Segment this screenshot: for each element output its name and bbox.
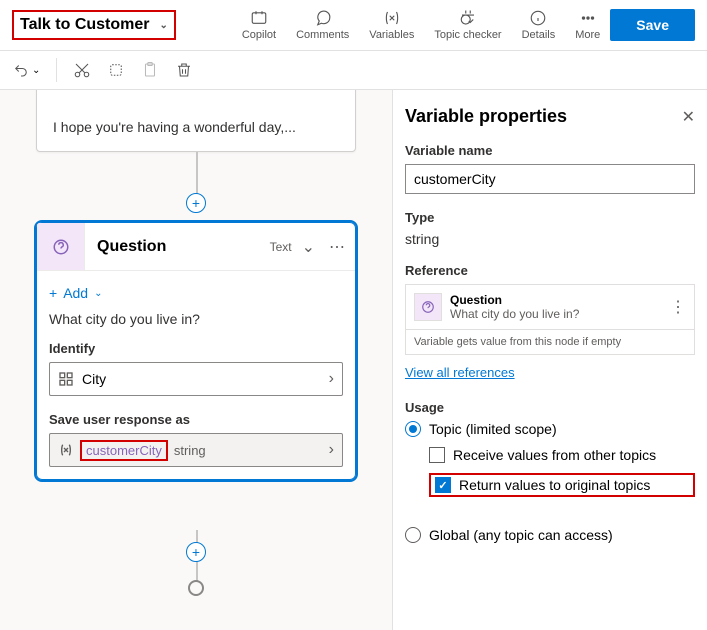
chevron-down-icon: ⌄ (160, 20, 168, 31)
details-label: Details (522, 29, 556, 41)
type-value: string (405, 231, 695, 247)
save-response-label: Save user response as (49, 412, 343, 427)
authoring-canvas[interactable]: I hope you're having a wonderful day,...… (0, 90, 392, 630)
variables-label: Variables (369, 29, 414, 41)
type-label: Type (405, 210, 695, 225)
copilot-button[interactable]: Copilot (232, 9, 286, 41)
identify-value: City (82, 371, 321, 387)
more-icon (579, 9, 597, 27)
question-prompt[interactable]: What city do you live in? (49, 311, 343, 327)
comment-icon (314, 9, 332, 27)
return-values-checkbox[interactable]: Return values to original topics (429, 473, 695, 497)
copy-icon (107, 61, 125, 79)
details-button[interactable]: Details (512, 9, 566, 41)
plus-icon: + (49, 285, 57, 301)
paste-icon (141, 61, 159, 79)
topic-checker-button[interactable]: Topic checker (424, 9, 511, 41)
topic-checker-label: Topic checker (434, 29, 501, 41)
paste-button[interactable] (141, 61, 159, 79)
chevron-right-icon: › (329, 441, 334, 459)
message-node[interactable]: I hope you're having a wonderful day,... (36, 90, 356, 152)
entity-icon (58, 371, 74, 387)
usage-topic-radio[interactable]: Topic (limited scope) (405, 421, 695, 437)
reference-note: Variable gets value from this node if em… (405, 330, 695, 355)
info-icon (529, 9, 547, 27)
usage-global-label: Global (any topic can access) (429, 527, 613, 543)
question-icon (414, 293, 442, 321)
topic-checker-icon (459, 9, 477, 27)
variable-type: string (174, 443, 206, 458)
copilot-icon (250, 9, 268, 27)
node-more-button[interactable]: ⋯ (319, 237, 355, 257)
output-type-label: Text (270, 240, 298, 254)
question-node[interactable]: Question Text ⌄ ⋯ + Add ⌄ What city do y… (36, 222, 356, 480)
message-text: I hope you're having a wonderful day,... (53, 90, 296, 135)
usage-global-radio[interactable]: Global (any topic can access) (405, 527, 695, 543)
save-button[interactable]: Save (610, 9, 695, 41)
identify-dropdown[interactable]: City › (49, 362, 343, 396)
edit-toolbar: ⌄ (0, 50, 707, 90)
question-header[interactable]: Question Text ⌄ ⋯ (37, 223, 355, 271)
reference-subtitle: What city do you live in? (450, 307, 662, 321)
question-title: Question (85, 238, 270, 256)
variable-name-label: Variable name (405, 143, 695, 158)
add-label: Add (63, 285, 88, 301)
panel-title: Variable properties ✕ (405, 106, 695, 127)
radio-icon (405, 527, 421, 543)
copilot-label: Copilot (242, 29, 276, 41)
reference-label: Reference (405, 263, 695, 278)
variable-picker[interactable]: customerCity string › (49, 433, 343, 467)
reference-card[interactable]: Question What city do you live in? ⋮ (405, 284, 695, 330)
view-all-references-link[interactable]: View all references (405, 365, 515, 380)
variable-name-input[interactable] (405, 164, 695, 194)
variables-icon (383, 9, 401, 27)
variable-icon (58, 442, 74, 458)
radio-icon (405, 421, 421, 437)
close-panel-button[interactable]: ✕ (682, 107, 695, 127)
question-icon (37, 223, 85, 270)
chevron-down-icon[interactable]: ⌄ (298, 237, 319, 257)
identify-label: Identify (49, 341, 343, 356)
chevron-down-icon: ⌄ (32, 65, 40, 76)
scissors-icon (73, 61, 91, 79)
panel-title-text: Variable properties (405, 106, 567, 127)
add-condition-button[interactable]: + Add ⌄ (49, 281, 343, 305)
variable-properties-panel: Variable properties ✕ Variable name Type… (392, 90, 707, 630)
variables-button[interactable]: Variables (359, 9, 424, 41)
undo-button[interactable]: ⌄ (12, 61, 40, 79)
checkbox-icon (435, 477, 451, 493)
add-node-button[interactable]: + (186, 193, 206, 213)
checkbox-icon (429, 447, 445, 463)
add-node-button[interactable]: + (186, 542, 206, 562)
cut-button[interactable] (73, 61, 91, 79)
more-label: More (575, 29, 600, 41)
main-area: I hope you're having a wonderful day,...… (0, 90, 707, 630)
trash-icon (175, 61, 193, 79)
variable-name: customerCity (80, 440, 168, 461)
topic-name-dropdown[interactable]: Talk to Customer ⌄ (12, 10, 176, 40)
topic-name-label: Talk to Customer (20, 16, 150, 34)
usage-topic-label: Topic (limited scope) (429, 421, 557, 437)
receive-values-checkbox[interactable]: Receive values from other topics (429, 447, 695, 463)
comments-label: Comments (296, 29, 349, 41)
return-values-label: Return values to original topics (459, 477, 650, 493)
reference-more-button[interactable]: ⋮ (670, 297, 686, 317)
comments-button[interactable]: Comments (286, 9, 359, 41)
more-button[interactable]: More (565, 9, 610, 41)
end-node-icon (188, 580, 204, 596)
top-toolbar: Talk to Customer ⌄ Copilot Comments Vari… (0, 0, 707, 50)
receive-values-label: Receive values from other topics (453, 447, 656, 463)
reference-title: Question (450, 293, 662, 307)
undo-icon (12, 61, 30, 79)
chevron-right-icon: › (329, 370, 334, 388)
usage-label: Usage (405, 400, 695, 415)
copy-button[interactable] (107, 61, 125, 79)
delete-button[interactable] (175, 61, 193, 79)
chevron-down-icon: ⌄ (94, 288, 102, 299)
